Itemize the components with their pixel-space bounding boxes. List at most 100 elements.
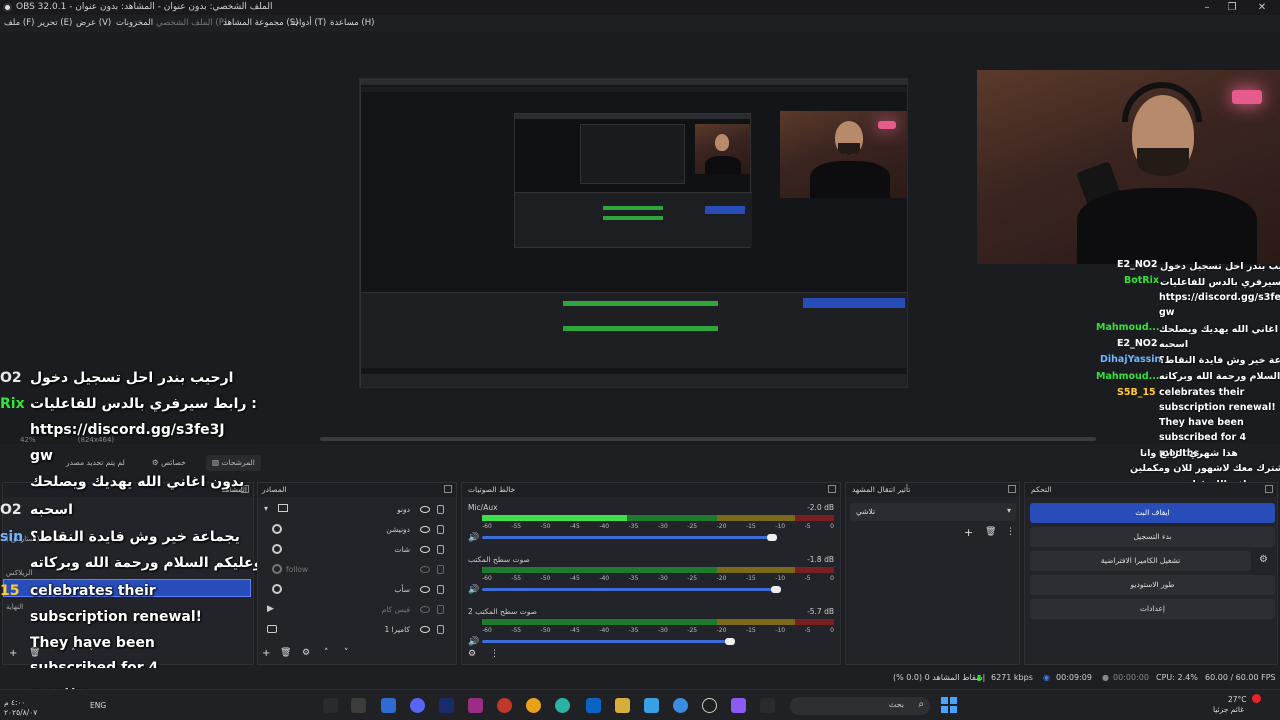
- menu-help[interactable]: مساعدة (H): [330, 18, 374, 28]
- app-icon[interactable]: [468, 698, 483, 713]
- app-icon[interactable]: [381, 698, 396, 713]
- expand-icon[interactable]: ▾: [264, 504, 268, 513]
- start-virtual-camera-button[interactable]: تشغيل الكاميرا الافتراضية: [1030, 551, 1251, 571]
- menu-view[interactable]: عرض (V): [76, 18, 111, 28]
- menu-scene-collection[interactable]: مجموعة المشاهد (S): [223, 18, 298, 28]
- lock-icon[interactable]: [437, 525, 444, 534]
- filters-button[interactable]: ▧ المرشحات: [206, 455, 261, 471]
- start-recording-button[interactable]: بدء التسجيل: [1030, 527, 1275, 547]
- maximize-button[interactable]: ❐: [1222, 1, 1242, 14]
- lock-icon[interactable]: [437, 565, 444, 574]
- meter-tick-label: -5: [804, 627, 811, 634]
- source-row[interactable]: كاميرا 1: [262, 622, 452, 640]
- move-down-icon[interactable]: ˅: [344, 648, 349, 658]
- minimize-button[interactable]: –: [1197, 1, 1217, 14]
- chrome-icon[interactable]: [526, 698, 541, 713]
- edge-icon[interactable]: [673, 698, 688, 713]
- scene-item[interactable]: النهاية: [6, 603, 23, 611]
- settings-button[interactable]: إعدادات: [1030, 599, 1275, 619]
- add-source-icon[interactable]: +: [262, 648, 270, 659]
- clock-date[interactable]: ٢٠٢٥/٨/٠٧: [4, 708, 37, 717]
- properties-button[interactable]: ⚙ خصائص: [146, 455, 192, 471]
- volume-knob[interactable]: [767, 534, 778, 541]
- lock-icon[interactable]: [437, 585, 444, 594]
- app-icon[interactable]: [351, 698, 366, 713]
- stop-streaming-button[interactable]: ايقاف البث: [1030, 503, 1275, 523]
- lock-icon[interactable]: [437, 545, 444, 554]
- add-scene-icon[interactable]: +: [9, 648, 17, 659]
- undock-icon[interactable]: [828, 485, 836, 493]
- meter-tick-label: -35: [628, 523, 639, 530]
- lock-icon[interactable]: [437, 625, 444, 634]
- app-icon[interactable]: [323, 698, 338, 713]
- source-row[interactable]: ▾ دونو: [262, 502, 452, 520]
- more-icon[interactable]: ⋮: [1006, 527, 1015, 537]
- visibility-icon[interactable]: [420, 526, 430, 533]
- channel-name: Mic/Aux: [468, 503, 498, 512]
- app-icon[interactable]: [731, 698, 746, 713]
- remove-source-icon[interactable]: 🗑: [280, 648, 291, 658]
- discord-icon[interactable]: [410, 698, 425, 713]
- visibility-icon[interactable]: [420, 626, 430, 633]
- weather-temp[interactable]: 27°C: [1228, 695, 1247, 704]
- speaker-icon[interactable]: 🔊: [468, 533, 479, 543]
- menu-edit[interactable]: تحرير (E): [38, 18, 72, 28]
- mixer-settings-icon[interactable]: ⚙: [468, 649, 476, 659]
- volume-slider[interactable]: [482, 588, 774, 591]
- move-up-icon[interactable]: ˄: [324, 648, 329, 658]
- add-transition-icon[interactable]: +: [964, 526, 973, 539]
- clock-time[interactable]: ٤:٠٠ م: [4, 698, 26, 707]
- volume-knob[interactable]: [724, 638, 735, 645]
- volume-slider[interactable]: [482, 536, 771, 539]
- app-icon[interactable]: [760, 698, 775, 713]
- premiere-icon[interactable]: [439, 698, 454, 713]
- visibility-icon[interactable]: [420, 586, 430, 593]
- source-row[interactable]: دونيشن: [262, 522, 452, 540]
- visibility-off-icon[interactable]: [420, 606, 430, 613]
- menu-file[interactable]: ملف (F): [4, 18, 34, 28]
- scene-item[interactable]: الريلاكس: [6, 569, 32, 577]
- visibility-icon[interactable]: [420, 546, 430, 553]
- chat-username: 15: [0, 583, 20, 599]
- volume-slider[interactable]: [482, 640, 728, 643]
- preview-scrollbar[interactable]: [320, 437, 1096, 441]
- chatgpt-icon[interactable]: [702, 698, 717, 713]
- source-row[interactable]: follow: [262, 562, 452, 580]
- chat-username: sin: [0, 529, 24, 545]
- source-row[interactable]: سأب: [262, 582, 452, 600]
- source-row[interactable]: ▶ فيس كام: [262, 602, 452, 620]
- more-icon[interactable]: ⋮: [490, 649, 499, 659]
- source-properties-icon[interactable]: ⚙: [302, 648, 310, 658]
- visibility-icon[interactable]: [420, 506, 430, 513]
- undock-icon[interactable]: [1008, 485, 1016, 493]
- app-icon[interactable]: [497, 698, 512, 713]
- speaker-icon[interactable]: 🔊: [468, 637, 479, 647]
- chat-message: وعليكم السلام ورحمة الله وبركاته: [30, 555, 263, 571]
- language-indicator[interactable]: ENG: [90, 701, 106, 710]
- menu-profile[interactable]: الملف الشخصي (P): [156, 18, 227, 28]
- folder-icon[interactable]: [615, 698, 630, 713]
- chevron-down-icon: ▾: [1006, 506, 1011, 515]
- app-icon[interactable]: [555, 698, 570, 713]
- studio-mode-button[interactable]: طور الاستوديو: [1030, 575, 1275, 595]
- visibility-off-icon[interactable]: [420, 566, 430, 573]
- transition-select[interactable]: تلاشي ▾: [850, 503, 1016, 521]
- source-row[interactable]: شات: [262, 542, 452, 560]
- taskbar-search[interactable]: بحث ⌕: [790, 697, 930, 715]
- remove-transition-icon[interactable]: 🗑: [985, 527, 996, 537]
- weather-desc[interactable]: غائم جزئيا: [1213, 705, 1244, 714]
- close-button[interactable]: ✕: [1252, 1, 1272, 14]
- lock-icon[interactable]: [437, 605, 444, 614]
- undock-icon[interactable]: [444, 485, 452, 493]
- preview-canvas[interactable]: [359, 78, 908, 388]
- volume-knob[interactable]: [770, 586, 781, 593]
- speaker-icon[interactable]: 🔊: [468, 585, 479, 595]
- app-icon[interactable]: [644, 698, 659, 713]
- virtual-camera-settings-icon[interactable]: ⚙: [1259, 554, 1268, 565]
- menu-tools[interactable]: أدوات (T): [291, 18, 326, 28]
- outlook-icon[interactable]: [586, 698, 601, 713]
- lock-icon[interactable]: [437, 505, 444, 514]
- menu-docks[interactable]: المخزونات: [116, 18, 153, 28]
- windows-start-icon[interactable]: [941, 697, 957, 713]
- undock-icon[interactable]: [1265, 485, 1273, 493]
